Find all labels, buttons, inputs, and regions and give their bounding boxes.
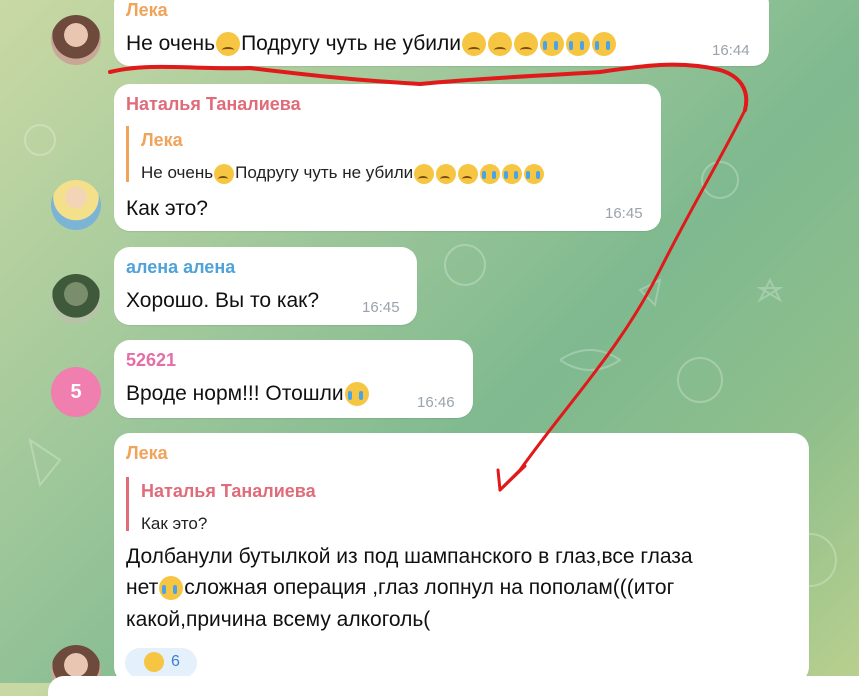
sad-face-emoji xyxy=(214,163,235,184)
message-bubble[interactable]: Наталья Таналиева Лека Не очень Подругу ч… xyxy=(114,84,661,231)
avatar-52621[interactable]: 5 xyxy=(51,367,101,417)
quote-text: Не очень Подругу чуть не убили xyxy=(141,163,545,184)
quote-text-part: Не очень xyxy=(141,163,214,182)
message-input-bar[interactable] xyxy=(48,676,859,696)
sender-name[interactable]: Лека xyxy=(126,0,168,21)
avatar-leka[interactable] xyxy=(51,15,101,65)
reaction-count: 6 xyxy=(171,653,180,670)
message-text-part: Не очень xyxy=(126,32,216,55)
message-time: 16:44 xyxy=(712,42,750,59)
message-text-part: Вроде норм!!! Отошли xyxy=(126,382,344,405)
sender-name[interactable]: алена алена xyxy=(126,257,235,278)
message-text-line: нет сложная операция ,глаз лопнул на попо… xyxy=(126,576,675,601)
sad-face-emoji xyxy=(414,163,435,184)
avatar-natalya[interactable] xyxy=(51,180,101,230)
message-text: Вроде норм!!! Отошли xyxy=(126,382,370,407)
message-text: Как это? xyxy=(126,197,208,220)
reaction-chip[interactable]: 6 xyxy=(125,648,197,678)
sender-name[interactable]: 52621 xyxy=(126,350,176,371)
reply-quote[interactable]: Наталья Таналиева Как это? xyxy=(126,477,316,533)
laughing-tears-emoji xyxy=(344,382,369,407)
quote-text: Как это? xyxy=(141,514,208,533)
thumbs-up-emoji xyxy=(144,652,164,672)
crying-face-emoji xyxy=(566,32,590,57)
crying-face-emoji xyxy=(524,163,545,184)
quote-sender: Наталья Таналиева xyxy=(141,481,316,501)
message-bubble[interactable]: Лека Наталья Таналиева Как это? Долбанул… xyxy=(114,433,809,683)
message-text: Не очень Подругу чуть не убили xyxy=(126,32,617,57)
unamused-face-emoji xyxy=(488,32,512,57)
crying-face-emoji xyxy=(159,576,184,601)
message-time: 16:45 xyxy=(605,205,643,222)
sad-face-emoji xyxy=(514,32,538,57)
crying-face-emoji xyxy=(540,32,564,57)
crying-face-emoji xyxy=(480,163,501,184)
crying-face-emoji xyxy=(502,163,523,184)
crying-face-emoji xyxy=(592,32,616,57)
quote-sender: Лека xyxy=(141,130,183,150)
message-time: 16:46 xyxy=(417,394,455,411)
message-text-part: Подругу чуть не убили xyxy=(241,32,461,55)
quote-text-part: Подругу чуть не убили xyxy=(235,163,414,182)
sad-face-emoji xyxy=(462,32,486,57)
message-text: Хорошо. Вы то как? xyxy=(126,289,320,312)
message-text-line: Долбанули бутылкой из под шампанского в … xyxy=(126,545,693,568)
message-text-line: какой,причина всему алкоголь( xyxy=(126,608,431,631)
message-text-part: сложная операция ,глаз лопнул на пополам… xyxy=(184,576,675,599)
reply-quote[interactable]: Лека Не очень Подругу чуть не убили xyxy=(126,126,545,184)
message-text-part: нет xyxy=(126,576,159,599)
avatar-alena[interactable] xyxy=(51,274,101,324)
sad-face-emoji xyxy=(458,163,479,184)
message-bubble[interactable]: Лека Не очень Подругу чуть не убили 16:44 xyxy=(114,0,769,66)
unamused-face-emoji xyxy=(436,163,457,184)
message-bubble[interactable]: алена алена Хорошо. Вы то как? 16:45 xyxy=(114,247,417,325)
message-bubble[interactable]: 52621 Вроде норм!!! Отошли 16:46 xyxy=(114,340,473,418)
message-time: 16:45 xyxy=(362,299,400,316)
sender-name[interactable]: Наталья Таналиева xyxy=(126,94,301,115)
sender-name[interactable]: Лека xyxy=(126,443,168,464)
sad-face-emoji xyxy=(216,32,241,57)
